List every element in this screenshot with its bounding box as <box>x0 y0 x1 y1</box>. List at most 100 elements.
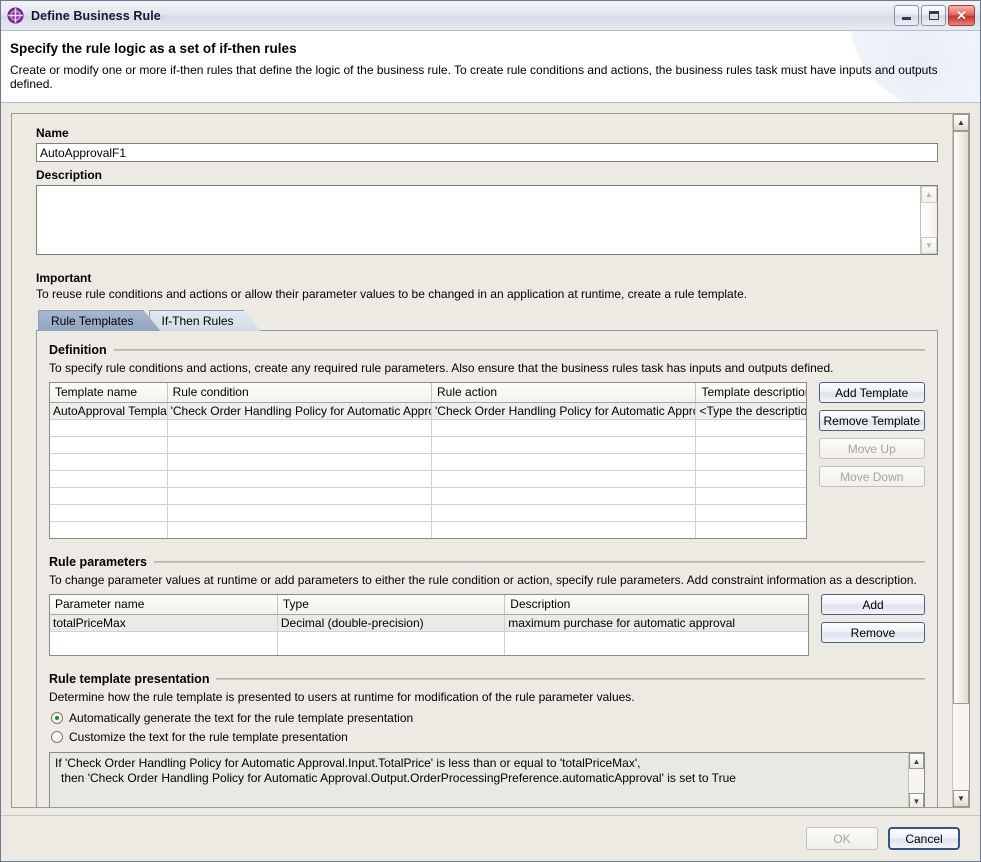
window-controls: ✕ <box>894 5 975 26</box>
scroll-down-icon: ▼ <box>957 793 965 803</box>
tab-panel-rule-templates: Definition To specify rule conditions an… <box>36 330 938 807</box>
description-scroll-track[interactable] <box>921 203 937 237</box>
scroll-down-button[interactable]: ▼ <box>953 790 969 807</box>
col-parameter-type[interactable]: Type <box>277 595 506 615</box>
table-row[interactable] <box>50 453 806 471</box>
cell-parameter-type[interactable]: Decimal (double-precision) <box>277 614 506 632</box>
presentation-text-box: If 'Check Order Handling Policy for Auto… <box>49 752 925 807</box>
table-row[interactable] <box>50 504 806 522</box>
cell-template-name[interactable]: AutoApproval Template <box>50 402 168 420</box>
parameter-table: Parameter name Type Description totalPri… <box>50 595 808 655</box>
name-label: Name <box>36 126 69 140</box>
tab-if-then-rules[interactable]: If-Then Rules <box>149 310 261 331</box>
description-scrollbar[interactable]: ▲ ▼ <box>920 186 937 254</box>
presentation-scroll-track[interactable] <box>909 769 924 793</box>
parameter-buttons: Add Remove <box>821 594 925 643</box>
cell-parameter-name[interactable]: totalPriceMax <box>50 614 278 632</box>
radio-customize-icon[interactable] <box>51 731 63 743</box>
radio-auto-generate-icon[interactable] <box>51 712 63 724</box>
tab-rule-templates-label: Rule Templates <box>51 314 134 328</box>
parameter-table-body: totalPriceMax Decimal (double-precision)… <box>50 614 808 655</box>
move-down-button: Move Down <box>818 466 925 487</box>
scroll-up-icon: ▲ <box>957 117 965 127</box>
business-rule-icon <box>7 7 24 24</box>
description-field: ▲ ▼ <box>36 185 938 255</box>
template-table: Template name Rule condition Rule action… <box>50 383 806 538</box>
cell-parameter-description[interactable]: maximum purchase for automatic approval <box>504 614 808 632</box>
table-row[interactable] <box>50 521 806 538</box>
radio-auto-generate[interactable]: Automatically generate the text for the … <box>51 711 925 725</box>
definition-description: To specify rule conditions and actions, … <box>49 361 834 375</box>
cancel-button[interactable]: Cancel <box>888 827 960 850</box>
scroll-track[interactable] <box>953 131 969 790</box>
dialog-footer: OK Cancel <box>1 815 980 861</box>
add-parameter-button[interactable]: Add <box>821 594 925 615</box>
description-label: Description <box>36 168 103 182</box>
table-row[interactable] <box>50 631 808 655</box>
scroll-frame: Name Description ▲ ▼ Important To reuse … <box>11 113 970 808</box>
close-button[interactable]: ✕ <box>948 5 975 26</box>
table-row[interactable] <box>50 436 806 454</box>
presentation-scroll-down-icon[interactable]: ▼ <box>909 793 924 807</box>
definition-table-area: Template name Rule condition Rule action… <box>49 382 925 539</box>
minimize-icon <box>902 17 911 20</box>
maximize-icon <box>928 11 939 20</box>
tab-strip: Rule Templates If-Then Rules <box>38 309 938 331</box>
col-template-description[interactable]: Template description <box>695 383 806 403</box>
definition-title: Definition <box>49 343 107 357</box>
presentation-text-line-1: If 'Check Order Handling Policy for Auto… <box>55 756 641 770</box>
cell-rule-condition[interactable]: 'Check Order Handling Policy for Automat… <box>167 402 433 420</box>
cell-rule-action[interactable]: 'Check Order Handling Policy for Automat… <box>431 402 697 420</box>
remove-parameter-button[interactable]: Remove <box>821 622 925 643</box>
name-input[interactable] <box>36 143 938 162</box>
col-parameter-name[interactable]: Parameter name <box>50 595 278 615</box>
description-scroll-up-icon[interactable]: ▲ <box>921 186 937 203</box>
definition-divider <box>113 349 925 351</box>
tab-rule-templates[interactable]: Rule Templates <box>38 310 161 331</box>
description-scroll-down-icon[interactable]: ▼ <box>921 237 937 254</box>
presentation-text-line-2: then 'Check Order Handling Policy for Au… <box>61 771 736 785</box>
main-body: Name Description ▲ ▼ Important To reuse … <box>1 103 980 815</box>
presentation-description: Determine how the rule template is prese… <box>49 690 635 704</box>
col-parameter-description[interactable]: Description <box>504 595 808 615</box>
col-rule-action[interactable]: Rule action <box>431 383 697 403</box>
table-row[interactable]: totalPriceMax Decimal (double-precision)… <box>50 614 808 632</box>
define-business-rule-window: Define Business Rule ✕ Specify the rule … <box>0 0 981 862</box>
template-grid[interactable]: Template name Rule condition Rule action… <box>49 382 807 539</box>
page-description: Create or modify one or more if-then rul… <box>10 63 938 91</box>
scroll-up-button[interactable]: ▲ <box>953 114 969 131</box>
radio-customize[interactable]: Customize the text for the rule template… <box>51 730 925 744</box>
table-row[interactable] <box>50 487 806 505</box>
template-table-body: AutoApproval Template 'Check Order Handl… <box>50 402 806 538</box>
radio-customize-label: Customize the text for the rule template… <box>69 730 348 744</box>
definition-group-header: Definition <box>49 343 925 357</box>
col-rule-condition[interactable]: Rule condition <box>167 383 433 403</box>
presentation-divider <box>216 678 925 680</box>
table-row[interactable] <box>50 470 806 488</box>
col-template-name[interactable]: Template name <box>50 383 168 403</box>
table-row[interactable]: AutoApproval Template 'Check Order Handl… <box>50 402 806 420</box>
template-buttons: Add Template Remove Template Move Up Mov… <box>818 382 925 487</box>
presentation-scroll-up-icon[interactable]: ▲ <box>909 753 924 769</box>
maximize-button[interactable] <box>921 5 946 26</box>
minimize-button[interactable] <box>894 5 919 26</box>
close-icon: ✕ <box>956 8 967 23</box>
scroll-thumb[interactable] <box>953 131 969 705</box>
template-table-header-row: Template name Rule condition Rule action… <box>50 383 806 403</box>
ok-button: OK <box>806 827 878 850</box>
page-title: Specify the rule logic as a set of if-th… <box>10 41 297 56</box>
presentation-text: If 'Check Order Handling Policy for Auto… <box>50 753 908 807</box>
cell-template-description[interactable]: <Type the description here> <box>695 402 806 420</box>
parameter-grid[interactable]: Parameter name Type Description totalPri… <box>49 594 809 656</box>
parameters-title: Rule parameters <box>49 555 147 569</box>
window-title: Define Business Rule <box>31 8 161 23</box>
remove-template-button[interactable]: Remove Template <box>818 410 925 431</box>
presentation-scrollbar[interactable]: ▲ ▼ <box>908 753 924 807</box>
parameters-divider <box>153 561 925 563</box>
radio-auto-generate-label: Automatically generate the text for the … <box>69 711 414 725</box>
main-scrollbar[interactable]: ▲ ▼ <box>952 114 969 807</box>
table-row[interactable] <box>50 419 806 437</box>
add-template-button[interactable]: Add Template <box>818 382 925 403</box>
description-input[interactable] <box>37 186 920 254</box>
title-bar: Define Business Rule ✕ <box>1 1 980 31</box>
